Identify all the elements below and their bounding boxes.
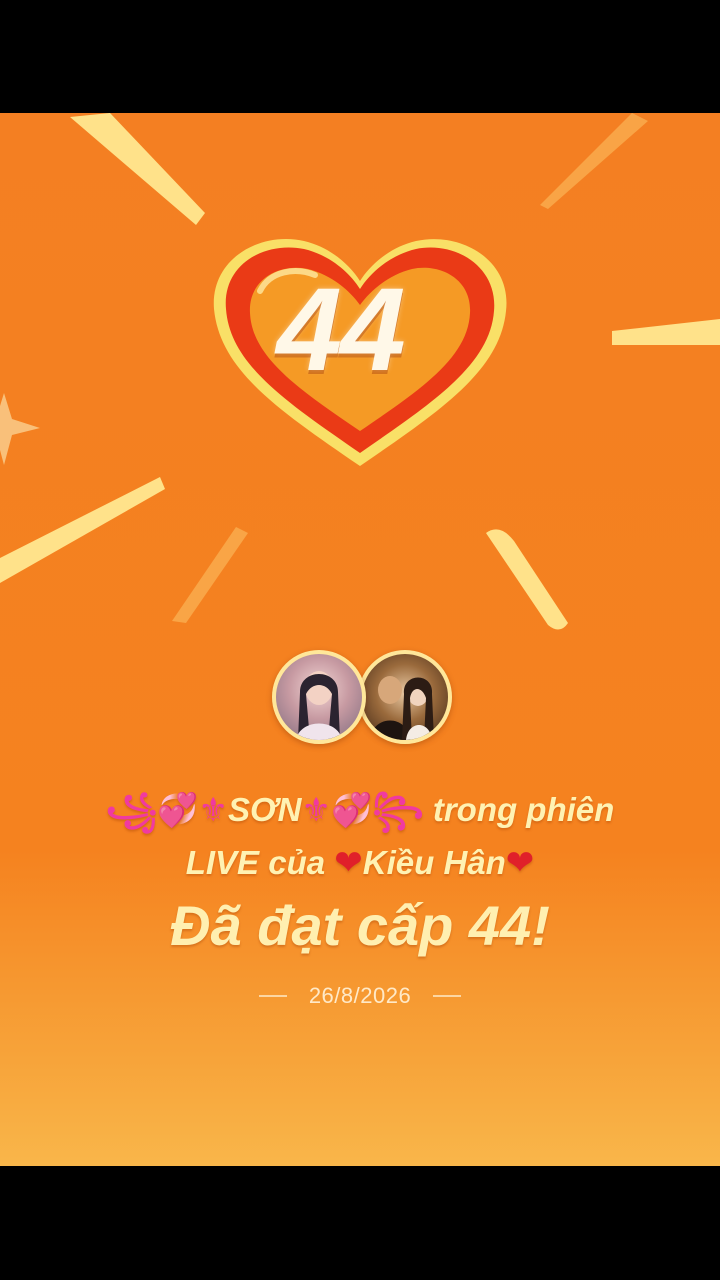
red-heart-icon: ❤: [334, 844, 363, 882]
level-number: 44: [276, 264, 405, 396]
username[interactable]: SƠN: [228, 791, 301, 828]
letterbox-top: [0, 0, 720, 113]
date-divider-right: [433, 995, 462, 997]
username-decoration-right: ⚜💞꧂: [301, 791, 424, 828]
host-name[interactable]: Kiều Hân: [363, 844, 506, 881]
date-divider-left: [258, 995, 287, 997]
red-heart-icon: ❤: [505, 844, 535, 882]
avatar-pair: [272, 650, 454, 752]
achievement-date: 26/8/2026: [308, 983, 412, 1008]
date-row: 26/8/2026: [0, 981, 720, 1011]
live-of-text: LIVE của: [185, 844, 326, 881]
message-line-user: ꧁💞⚜SƠN⚜💞꧂ trong phiên: [0, 785, 720, 835]
host-avatar[interactable]: [358, 650, 452, 744]
achievement-title: Đã đạt cấp 44!: [170, 894, 550, 957]
letterbox-bottom: [0, 1166, 720, 1280]
sparkle-icon: [0, 393, 40, 465]
in-session-text: trong phiên: [432, 791, 615, 828]
username-decoration-left: ꧁💞⚜: [105, 791, 228, 828]
message-line-host: LIVE của ❤Kiều Hân❤: [0, 837, 720, 889]
user-avatar[interactable]: [272, 650, 366, 744]
level-up-card: 44 ꧁💞⚜SƠN⚜💞꧂ trong phiên LIVE của ❤Kiều …: [0, 113, 720, 1166]
level-up-message: ꧁💞⚜SƠN⚜💞꧂ trong phiên LIVE của ❤Kiều Hân…: [0, 785, 720, 959]
